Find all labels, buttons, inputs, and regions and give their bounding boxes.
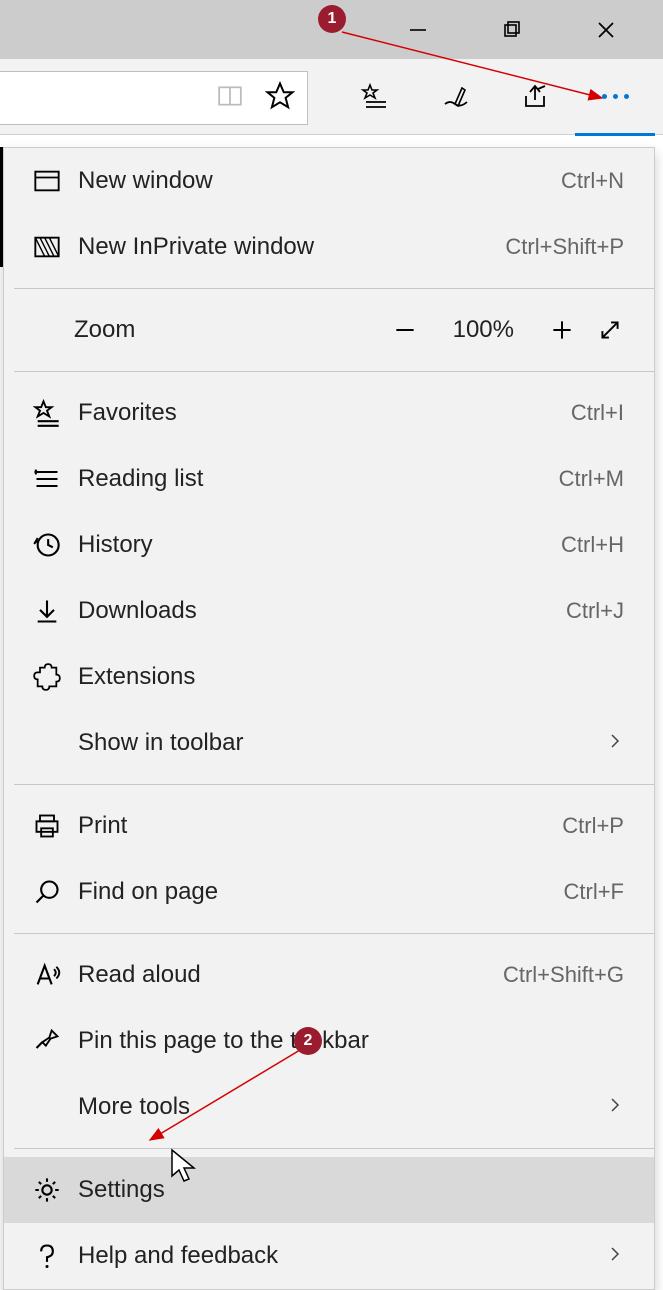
- minimize-button[interactable]: [371, 0, 465, 59]
- menu-item-settings[interactable]: Settings: [4, 1157, 654, 1223]
- favorites-list-icon[interactable]: [335, 65, 415, 129]
- menu-item-downloads[interactable]: Downloads Ctrl+J: [4, 578, 654, 644]
- window-icon: [24, 167, 70, 195]
- menu-separator: [14, 371, 654, 372]
- gear-icon: [24, 1176, 70, 1204]
- menu-item-label: Favorites: [70, 399, 571, 427]
- menu-item-find-on-page[interactable]: Find on page Ctrl+F: [4, 859, 654, 925]
- menu-item-label: More tools: [70, 1093, 606, 1121]
- inprivate-icon: [24, 233, 70, 261]
- menu-item-label: Show in toolbar: [70, 729, 606, 757]
- print-icon: [24, 812, 70, 840]
- menu-separator: [14, 933, 654, 934]
- zoom-in-button[interactable]: [538, 317, 586, 343]
- zoom-out-button[interactable]: [381, 317, 429, 343]
- menu-item-label: Help and feedback: [70, 1242, 606, 1270]
- active-button-indicator: [575, 133, 655, 136]
- menu-item-history[interactable]: History Ctrl+H: [4, 512, 654, 578]
- annotation-step-1: 1: [318, 5, 346, 33]
- menu-item-label: Print: [70, 812, 562, 840]
- menu-item-label: Extensions: [70, 663, 624, 691]
- chevron-right-icon: [606, 1242, 624, 1270]
- menu-item-help[interactable]: Help and feedback: [4, 1223, 654, 1289]
- reading-list-icon: [24, 465, 70, 493]
- reading-view-icon[interactable]: [217, 83, 243, 114]
- menu-item-print[interactable]: Print Ctrl+P: [4, 793, 654, 859]
- menu-separator: [14, 1148, 654, 1149]
- pin-icon: [24, 1027, 70, 1055]
- browser-toolbar: [0, 59, 663, 135]
- menu-item-label: New window: [70, 167, 561, 195]
- menu-item-label: History: [70, 531, 561, 559]
- menu-item-shortcut: Ctrl+P: [562, 813, 624, 839]
- read-aloud-icon: [24, 961, 70, 989]
- zoom-label: Zoom: [74, 316, 381, 344]
- menu-item-label: Pin this page to the taskbar: [70, 1027, 624, 1055]
- menu-item-shortcut: Ctrl+I: [571, 400, 624, 426]
- menu-item-shortcut: Ctrl+N: [561, 168, 624, 194]
- menu-item-shortcut: Ctrl+Shift+P: [505, 234, 624, 260]
- help-icon: [24, 1242, 70, 1270]
- menu-item-label: Find on page: [70, 878, 564, 906]
- menu-item-new-window[interactable]: New window Ctrl+N: [4, 148, 654, 214]
- chevron-right-icon: [606, 729, 624, 757]
- find-icon: [24, 878, 70, 906]
- zoom-value: 100%: [453, 316, 514, 344]
- menu-item-label: New InPrivate window: [70, 233, 505, 261]
- menu-item-zoom: Zoom 100%: [4, 297, 654, 363]
- favorite-star-icon[interactable]: [265, 81, 295, 116]
- menu-item-more-tools[interactable]: More tools: [4, 1074, 654, 1140]
- history-icon: [24, 531, 70, 559]
- settings-menu: New window Ctrl+N New InPrivate window C…: [3, 147, 655, 1290]
- menu-item-favorites[interactable]: Favorites Ctrl+I: [4, 380, 654, 446]
- more-icon: [602, 94, 629, 99]
- close-button[interactable]: [559, 0, 653, 59]
- menu-item-label: Downloads: [70, 597, 566, 625]
- menu-item-shortcut: Ctrl+M: [559, 466, 624, 492]
- more-options-button[interactable]: [575, 65, 655, 129]
- menu-item-label: Settings: [70, 1176, 624, 1204]
- menu-item-show-in-toolbar[interactable]: Show in toolbar: [4, 710, 654, 776]
- menu-separator: [14, 288, 654, 289]
- share-icon[interactable]: [495, 65, 575, 129]
- menu-item-extensions[interactable]: Extensions: [4, 644, 654, 710]
- menu-item-label: Read aloud: [70, 961, 503, 989]
- menu-item-shortcut: Ctrl+Shift+G: [503, 962, 624, 988]
- menu-separator: [14, 784, 654, 785]
- extensions-icon: [24, 663, 70, 691]
- menu-item-shortcut: Ctrl+H: [561, 532, 624, 558]
- address-bar[interactable]: [0, 71, 308, 125]
- notes-icon[interactable]: [415, 65, 495, 129]
- favorites-icon: [24, 399, 70, 427]
- menu-item-shortcut: Ctrl+J: [566, 598, 624, 624]
- menu-item-new-inprivate[interactable]: New InPrivate window Ctrl+Shift+P: [4, 214, 654, 280]
- menu-item-label: Reading list: [70, 465, 559, 493]
- menu-item-shortcut: Ctrl+F: [564, 879, 625, 905]
- fullscreen-button[interactable]: [586, 317, 634, 343]
- menu-item-read-aloud[interactable]: Read aloud Ctrl+Shift+G: [4, 942, 654, 1008]
- menu-item-pin-taskbar[interactable]: Pin this page to the taskbar: [4, 1008, 654, 1074]
- mouse-cursor: [170, 1148, 198, 1186]
- chevron-right-icon: [606, 1093, 624, 1121]
- maximize-button[interactable]: [465, 0, 559, 59]
- annotation-step-2: 2: [294, 1027, 322, 1055]
- menu-item-reading-list[interactable]: Reading list Ctrl+M: [4, 446, 654, 512]
- downloads-icon: [24, 597, 70, 625]
